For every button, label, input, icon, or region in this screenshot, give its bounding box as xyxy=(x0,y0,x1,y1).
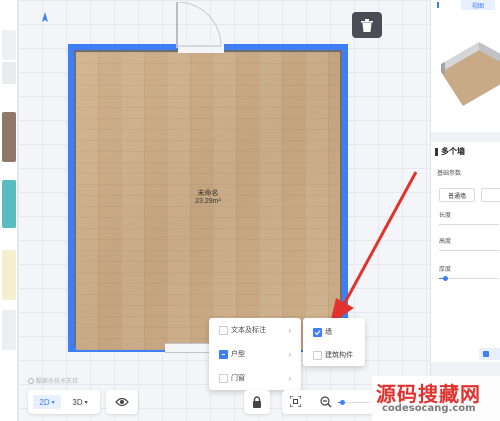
room-area: 23.29m² xyxy=(195,198,221,205)
wall-type-normal-button[interactable]: 普通墙 xyxy=(439,188,475,202)
trash-icon xyxy=(361,18,373,32)
height-label: 高度 xyxy=(439,239,452,245)
length-label: 长度 xyxy=(439,213,452,219)
mode-3d-label: 3D xyxy=(72,397,83,407)
left-thumbnail-strip xyxy=(0,0,18,421)
tech-note-text: 酷家乐技术支持 xyxy=(36,379,79,385)
property-card: 多个墙 基础参数 普通墙 长度 高度 厚度 xyxy=(431,142,500,362)
view-tab[interactable]: 视图 xyxy=(461,0,495,10)
delete-button[interactable] xyxy=(352,12,382,38)
menu-item-text-annotation[interactable]: 文本及标注 › xyxy=(209,321,301,339)
chevron-down-icon: ▾ xyxy=(84,399,88,406)
zoom-slider-knob[interactable] xyxy=(340,400,345,405)
menu-label: 门窗 xyxy=(231,375,245,382)
panel-footer-icon xyxy=(483,351,489,357)
mode-3d-button[interactable]: 3D ▾ xyxy=(66,395,94,409)
menu-item-floorplan[interactable]: 户型 › xyxy=(209,345,301,363)
wall-type-label: 普通墙 xyxy=(447,193,466,200)
section-header: 多个墙 xyxy=(435,146,465,157)
room-name: 未命名 xyxy=(197,190,219,197)
3d-preview[interactable] xyxy=(431,14,500,124)
thickness-label: 厚度 xyxy=(439,267,452,273)
menu-item-doors-windows[interactable]: 门窗 › xyxy=(209,369,301,387)
room-label[interactable]: 未命名 23.29m² xyxy=(68,190,348,206)
checkbox-wall[interactable] xyxy=(313,327,322,337)
length-slider[interactable] xyxy=(439,224,499,225)
door-opening-bottom[interactable] xyxy=(165,343,215,353)
panel-footer-button[interactable] xyxy=(479,348,500,360)
thumbnail-4[interactable] xyxy=(2,180,16,228)
bottom-tools xyxy=(282,390,374,414)
floorplan-submenu: 墙 建筑构件 xyxy=(303,318,365,366)
mode-2d-label: 2D xyxy=(39,397,50,407)
view-mode-toggle: 2D ▾ 3D ▾ xyxy=(28,390,100,414)
lock-button[interactable] xyxy=(244,390,270,414)
checkbox-building-components[interactable] xyxy=(313,350,322,360)
chevron-right-icon: › xyxy=(288,349,291,359)
zoom-out-icon[interactable] xyxy=(320,396,332,408)
chevron-right-icon: › xyxy=(288,325,291,335)
section-title: 多个墙 xyxy=(441,147,465,156)
tech-support-note: 酷家乐技术支持 xyxy=(28,376,78,385)
door-swing-icon xyxy=(176,2,222,48)
thumbnail-1[interactable] xyxy=(2,30,16,60)
menu-label: 户型 xyxy=(231,351,245,358)
eye-icon xyxy=(115,397,129,407)
visibility-button[interactable] xyxy=(106,390,138,414)
check-icon xyxy=(314,329,321,335)
lock-icon xyxy=(253,396,261,408)
checkbox-floorplan[interactable] xyxy=(219,349,228,359)
thumbnail-3[interactable] xyxy=(2,112,16,162)
preview-card: 视图 xyxy=(431,0,500,132)
menu-label: 建筑构件 xyxy=(325,352,353,359)
mode-2d-button[interactable]: 2D ▾ xyxy=(33,395,61,409)
room-floorplan[interactable]: 未命名 23.29m² xyxy=(68,43,348,353)
thumbnail-2[interactable] xyxy=(2,62,16,84)
watermark: 源码搜藏网 codesocang.com xyxy=(372,376,500,421)
red-arrow-annotation xyxy=(330,171,418,324)
thickness-slider[interactable] xyxy=(439,276,499,281)
menu-label: 文本及标注 xyxy=(231,327,266,334)
submenu-item-building-components[interactable]: 建筑构件 xyxy=(303,346,365,364)
chevron-down-icon: ▾ xyxy=(51,399,55,406)
watermark-url: codesocang.com xyxy=(382,403,476,414)
panel-handle[interactable] xyxy=(437,2,439,8)
thickness-slider-knob[interactable] xyxy=(443,276,448,281)
basic-params-label: 基础参数 xyxy=(437,171,462,177)
thumbnail-5[interactable] xyxy=(2,250,16,300)
fit-view-icon[interactable] xyxy=(290,396,301,407)
zoom-slider[interactable] xyxy=(338,400,370,405)
info-icon xyxy=(28,377,34,384)
checkbox-text-annotation[interactable] xyxy=(219,325,228,335)
collapse-icon[interactable] xyxy=(435,147,438,156)
layer-context-menu: 文本及标注 › 户型 › 门窗 › xyxy=(209,318,301,390)
checkbox-doors-windows[interactable] xyxy=(219,373,228,383)
submenu-item-wall[interactable]: 墙 xyxy=(303,323,365,341)
view-tab-label: 视图 xyxy=(471,3,484,10)
right-panel: 视图 多个墙 基础参数 普通墙 长度 高度 厚度 xyxy=(430,0,500,421)
chevron-right-icon: › xyxy=(288,373,291,383)
menu-label: 墙 xyxy=(325,329,332,336)
wall-type-other-button[interactable] xyxy=(481,188,500,202)
height-slider[interactable] xyxy=(439,250,499,251)
north-arrow-icon xyxy=(42,12,48,22)
thumbnail-6[interactable] xyxy=(2,310,16,350)
